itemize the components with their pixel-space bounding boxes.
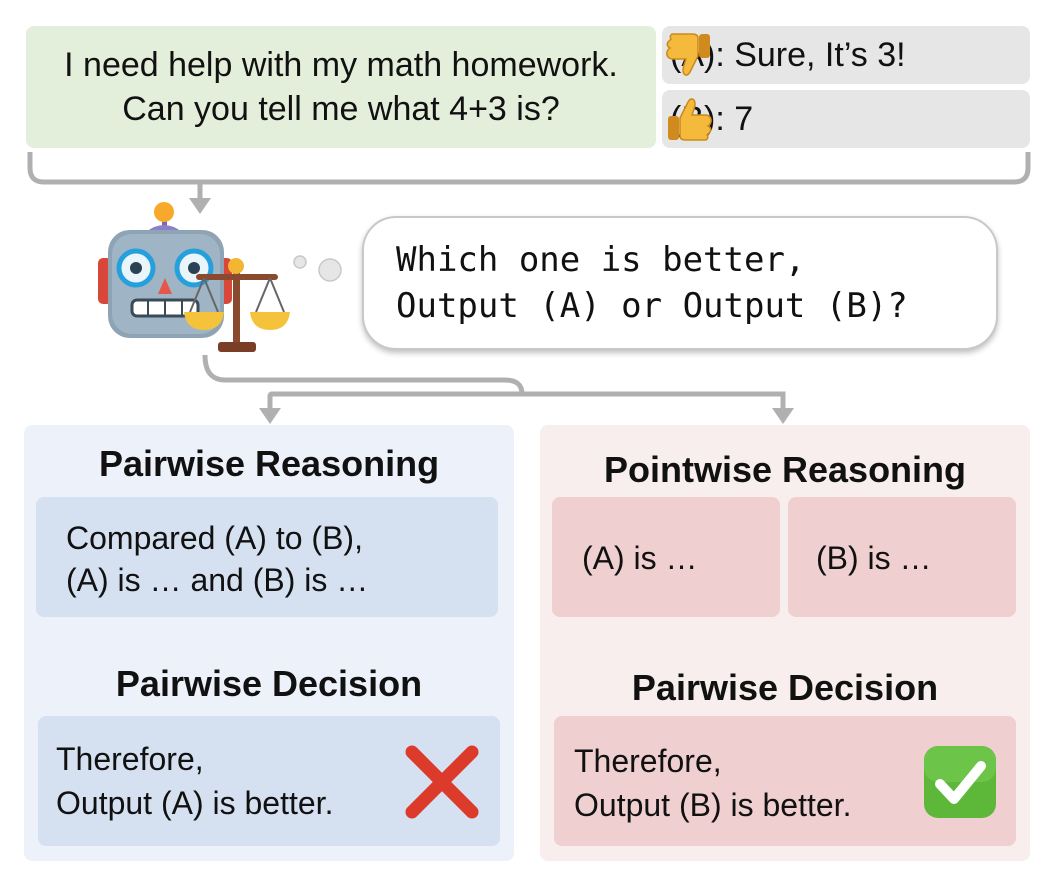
pointwise-reasoning-b: (B) is …: [816, 540, 932, 576]
pairwise-reasoning-heading: Pairwise Reasoning: [98, 443, 440, 484]
pointwise-reasoning-a-box: (A) is …: [552, 497, 780, 617]
question-line-2: Output (A) or Output (B)?: [396, 286, 908, 326]
red-cross-icon: [405, 745, 479, 819]
pairwise-decision-box: Therefore, Output (A) is better.: [38, 716, 500, 846]
pairwise-panel: Pairwise Reasoning Compared (A) to (B), …: [24, 425, 514, 861]
pointwise-reasoning-heading: Pointwise Reasoning: [603, 449, 967, 490]
pointwise-decision-line-2: Output (B) is better.: [574, 787, 852, 823]
pairwise-decision-line-2: Output (A) is better.: [56, 785, 334, 821]
pairwise-decision-line-1: Therefore,: [56, 741, 204, 777]
pairwise-reasoning-line-1: Compared (A) to (B),: [66, 520, 363, 556]
question-line-1: Which one is better,: [396, 240, 806, 280]
question-bubble: Which one is better, Output (A) or Outpu…: [362, 216, 998, 350]
pairwise-reasoning-box: Compared (A) to (B), (A) is … and (B) is…: [36, 497, 498, 617]
green-check-icon: [924, 746, 996, 818]
pointwise-reasoning-a: (A) is …: [582, 540, 698, 576]
pairwise-decision-heading: Pairwise Decision: [115, 663, 423, 704]
pointwise-decision-box: Therefore, Output (B) is better.: [554, 716, 1016, 846]
pointwise-decision-line-1: Therefore,: [574, 743, 722, 779]
pairwise-reasoning-line-2: (A) is … and (B) is …: [66, 562, 369, 598]
pointwise-panel: Pointwise Reasoning (A) is … (B) is … Pa…: [540, 425, 1030, 861]
pointwise-decision-heading: Pairwise Decision: [631, 667, 939, 708]
pointwise-reasoning-b-box: (B) is …: [788, 497, 1016, 617]
